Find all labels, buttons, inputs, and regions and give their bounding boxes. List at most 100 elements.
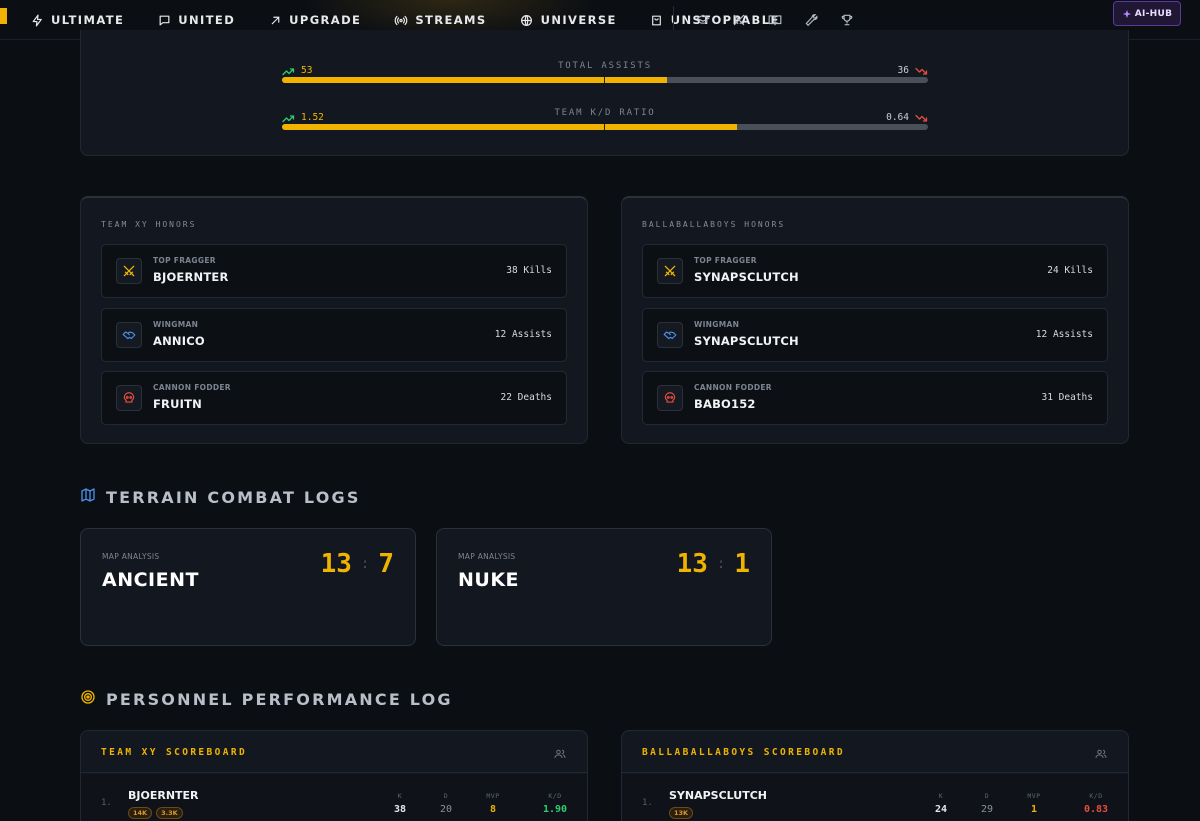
- shopping-bag-icon: [650, 13, 664, 27]
- book-open-icon[interactable]: [767, 12, 783, 28]
- honor-player: FRUITN: [153, 397, 202, 411]
- player-name: SYNAPSCLUTCH: [669, 789, 767, 802]
- nav-item-label: ULTIMATE: [51, 13, 125, 27]
- stat-kd: K/D 1.90: [540, 792, 570, 815]
- comparison-bar: [282, 124, 928, 130]
- brand-logo[interactable]: [0, 8, 7, 24]
- comparison-left-value: 53: [301, 65, 313, 76]
- trophy-icon[interactable]: [839, 12, 855, 28]
- honor-stat: 31 Deaths: [1041, 392, 1093, 403]
- ballaballaboys-honors-panel: BALLABALLABOYS HONORS TOP FRAGGER SYNAPS…: [621, 196, 1129, 444]
- crossed-swords-icon[interactable]: [731, 12, 747, 28]
- chat-bubble-icon: [157, 13, 171, 27]
- map-name: NUKE: [458, 569, 520, 591]
- map-card-nuke[interactable]: MAP ANALYSIS NUKE 13 : 1: [436, 528, 772, 646]
- stat-mvp: MVP 8: [478, 792, 508, 815]
- map-caption: MAP ANALYSIS: [458, 552, 516, 561]
- honor-category: CANNON FODDER: [153, 383, 231, 392]
- handshake-icon: [116, 322, 142, 348]
- comparison-bar-midpoint: [604, 77, 605, 83]
- honor-player: BJOERNTER: [153, 270, 229, 284]
- stat-header: K: [938, 792, 944, 800]
- honor-stat: 12 Assists: [494, 329, 552, 340]
- honor-card-cannon-fodder[interactable]: CANNON FODDER BABO152 31 Deaths: [642, 371, 1108, 425]
- comparison-stat-name: TOTAL ASSISTS: [558, 61, 652, 71]
- section-title-label: PERSONNEL PERFORMANCE LOG: [106, 689, 453, 709]
- honor-player: SYNAPSCLUTCH: [694, 334, 799, 348]
- player-badges: 13K: [669, 807, 697, 819]
- score-separator: :: [360, 556, 370, 572]
- users-icon[interactable]: [1095, 745, 1107, 759]
- comparison-stat-name: TEAM K/D RATIO: [554, 108, 656, 118]
- honor-card-top-fragger[interactable]: TOP FRAGGER SYNAPSCLUTCH 24 Kills: [642, 244, 1108, 298]
- honor-category: WINGMAN: [694, 320, 740, 329]
- stat-header: MVP: [1027, 792, 1041, 800]
- terrain-section-title: TERRAIN COMBAT LOGS: [80, 487, 361, 507]
- honor-stat: 22 Deaths: [500, 392, 552, 403]
- team-comparison-panel: TOTAL ASSISTS 53 36 TEAM K/D RATIO 1.52 …: [80, 30, 1129, 156]
- map-score: 13 : 1: [677, 549, 750, 579]
- player-rank: 1.: [101, 798, 112, 808]
- honor-stat: 12 Assists: [1035, 329, 1093, 340]
- stat-header: K/D: [1089, 792, 1103, 800]
- comparison-bar-midpoint: [604, 124, 605, 130]
- comparison-right-value: 0.64: [886, 112, 909, 123]
- nav-item-upgrade[interactable]: UPGRADE: [268, 13, 361, 27]
- player-badge: 13K: [669, 807, 694, 819]
- honors-title: TEAM XY HONORS: [101, 220, 197, 229]
- stat-kd: K/D 0.83: [1081, 792, 1111, 815]
- swords-icon: [116, 258, 142, 284]
- scoreboard-row[interactable]: 1. SYNAPSCLUTCH 13K K 24 D 29 MVP 1 K/D …: [622, 774, 1128, 821]
- scoreboard-row[interactable]: 1. BJOERNTER 14K 3.3K K 38 D 20 MVP 8 K/…: [81, 774, 587, 821]
- nav-item-streams[interactable]: STREAMS: [394, 13, 486, 27]
- score-separator: :: [716, 556, 726, 572]
- swords-icon: [657, 258, 683, 284]
- comparison-left-value: 1.52: [301, 112, 324, 123]
- honor-category: TOP FRAGGER: [694, 256, 757, 265]
- map-score: 13 : 7: [321, 549, 394, 579]
- section-title-label: TERRAIN COMBAT LOGS: [106, 487, 361, 507]
- scoreboard-header: BALLABALLABOYS SCOREBOARD: [622, 731, 1128, 773]
- stat-deaths: D 20: [431, 792, 461, 815]
- honor-player: SYNAPSCLUTCH: [694, 270, 799, 284]
- nav-item-label: UNIVERSE: [540, 13, 617, 27]
- bolt-icon: [30, 13, 44, 27]
- stat-value: 38: [393, 804, 407, 815]
- ai-hub-label: AI-HUB: [1134, 8, 1173, 19]
- map-icon: [80, 487, 96, 507]
- handshake-icon: [657, 322, 683, 348]
- honor-card-top-fragger[interactable]: TOP FRAGGER BJOERNTER 38 Kills: [101, 244, 567, 298]
- map-card-ancient[interactable]: MAP ANALYSIS ANCIENT 13 : 7: [80, 528, 416, 646]
- honor-card-wingman[interactable]: WINGMAN SYNAPSCLUTCH 12 Assists: [642, 308, 1108, 362]
- stat-value: 20: [439, 804, 453, 815]
- score-team-a: 13: [676, 549, 708, 579]
- honor-card-cannon-fodder[interactable]: CANNON FODDER FRUITN 22 Deaths: [101, 371, 567, 425]
- stat-deaths: D 29: [972, 792, 1002, 815]
- score-team-a: 13: [320, 549, 352, 579]
- honor-player: ANNICO: [153, 334, 205, 348]
- nav-item-ultimate[interactable]: ULTIMATE: [30, 13, 124, 27]
- nav-item-united[interactable]: UNITED: [157, 13, 235, 27]
- users-icon[interactable]: [554, 745, 566, 759]
- performance-section-title: PERSONNEL PERFORMANCE LOG: [80, 689, 453, 709]
- ai-hub-button[interactable]: AI-HUB: [1113, 1, 1181, 26]
- comparison-bar-fill: [282, 77, 667, 83]
- player-badge: 3.3K: [156, 807, 183, 819]
- player-rank: 1.: [642, 798, 653, 808]
- team-xy-scoreboard: TEAM XY SCOREBOARD 1. BJOERNTER 14K 3.3K…: [80, 730, 588, 821]
- wrench-icon[interactable]: [803, 12, 819, 28]
- honor-card-wingman[interactable]: WINGMAN ANNICO 12 Assists: [101, 308, 567, 362]
- nav-item-universe[interactable]: UNIVERSE: [520, 13, 617, 27]
- graduation-cap-icon[interactable]: [695, 12, 711, 28]
- team-xy-honors-panel: TEAM XY HONORS TOP FRAGGER BJOERNTER 38 …: [80, 196, 588, 444]
- stat-value: 1: [1030, 804, 1038, 815]
- skull-icon: [116, 385, 142, 411]
- arrow-up-right-icon: [268, 13, 282, 27]
- broadcast-icon: [394, 13, 408, 27]
- ballaballaboys-scoreboard: BALLABALLABOYS SCOREBOARD 1. SYNAPSCLUTC…: [621, 730, 1129, 821]
- nav-item-label: UNITED: [178, 13, 236, 27]
- comparison-right-value: 36: [897, 65, 909, 76]
- score-team-b: 1: [734, 549, 750, 579]
- stat-header: MVP: [486, 792, 500, 800]
- scoreboard-title: BALLABALLABOYS SCOREBOARD: [642, 747, 845, 758]
